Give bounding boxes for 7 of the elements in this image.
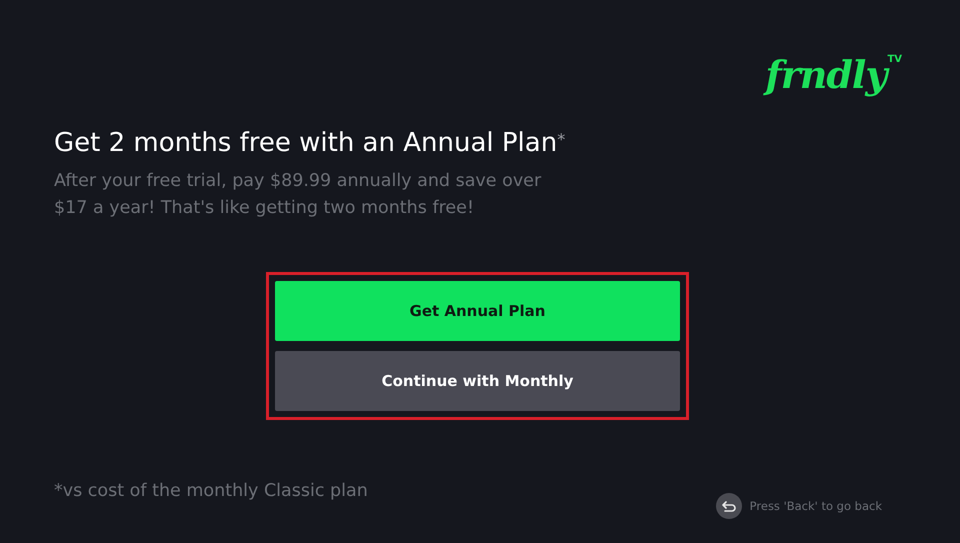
monthly-button[interactable]: Continue with Monthly: [275, 351, 680, 411]
back-hint: Press 'Back' to go back: [750, 499, 882, 513]
description: After your free trial, pay $89.99 annually and save over $17 a year! That's like getting two months free!: [54, 170, 542, 220]
page-title: Get 2 months free with an Annual Plan$^{*}$: [54, 127, 566, 160]
back-icon: [716, 493, 742, 519]
annual-plan-button[interactable]: Get Annual Plan: [275, 281, 680, 341]
footnote: *vs cost of the monthly Classic plan: [54, 481, 368, 501]
